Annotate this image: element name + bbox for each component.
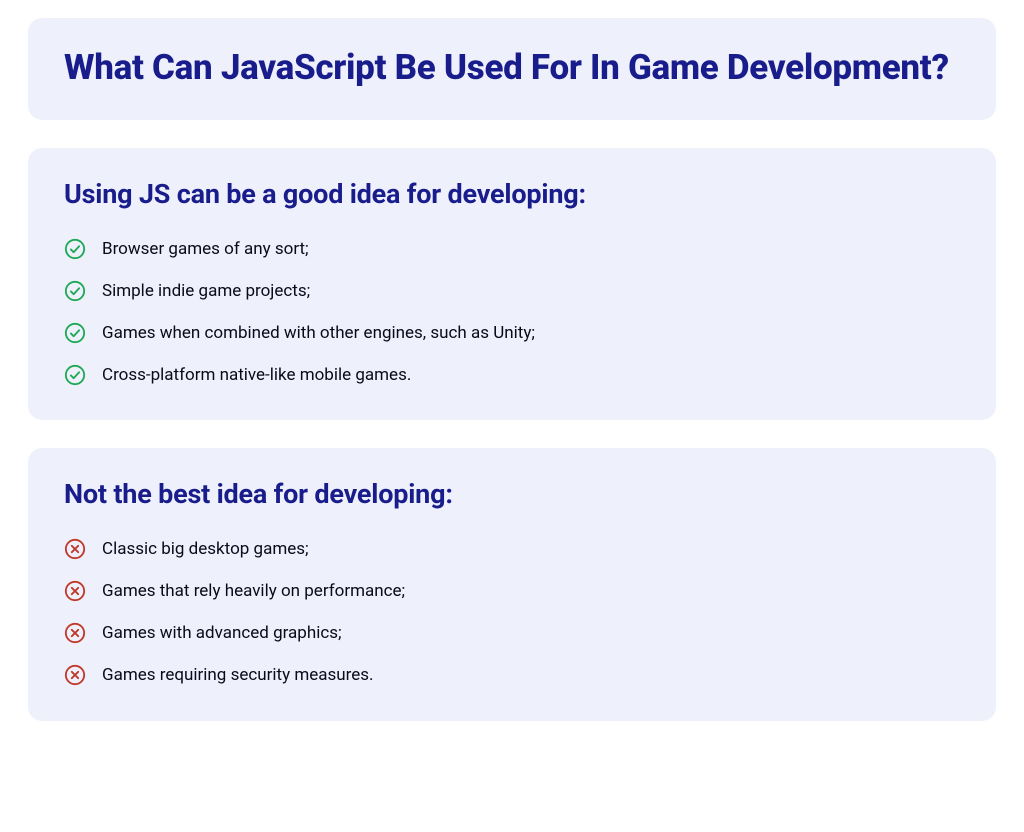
- check-circle-icon: [64, 322, 86, 344]
- check-circle-icon: [64, 280, 86, 302]
- check-circle-icon: [64, 364, 86, 386]
- page-title: What Can JavaScript Be Used For In Game …: [64, 46, 960, 90]
- cross-circle-icon: [64, 538, 86, 560]
- cross-circle-icon: [64, 580, 86, 602]
- bad-idea-heading: Not the best idea for developing:: [64, 478, 960, 510]
- good-idea-heading: Using JS can be a good idea for developi…: [64, 178, 960, 210]
- list-item: Cross-platform native-like mobile games.: [64, 364, 960, 386]
- cross-circle-icon: [64, 664, 86, 686]
- list-item-text: Simple indie game projects;: [102, 280, 310, 302]
- list-item-text: Classic big desktop games;: [102, 538, 309, 560]
- bad-idea-list: Classic big desktop games; Games that re…: [64, 538, 960, 686]
- list-item: Games that rely heavily on performance;: [64, 580, 960, 602]
- title-card: What Can JavaScript Be Used For In Game …: [28, 18, 996, 120]
- list-item-text: Games when combined with other engines, …: [102, 322, 535, 344]
- list-item: Games with advanced graphics;: [64, 622, 960, 644]
- list-item: Classic big desktop games;: [64, 538, 960, 560]
- bad-idea-card: Not the best idea for developing: Classi…: [28, 448, 996, 720]
- list-item-text: Cross-platform native-like mobile games.: [102, 364, 411, 386]
- list-item-text: Browser games of any sort;: [102, 238, 309, 260]
- list-item: Browser games of any sort;: [64, 238, 960, 260]
- list-item: Simple indie game projects;: [64, 280, 960, 302]
- list-item: Games when combined with other engines, …: [64, 322, 960, 344]
- good-idea-card: Using JS can be a good idea for developi…: [28, 148, 996, 420]
- check-circle-icon: [64, 238, 86, 260]
- list-item: Games requiring security measures.: [64, 664, 960, 686]
- list-item-text: Games that rely heavily on performance;: [102, 580, 405, 602]
- good-idea-list: Browser games of any sort; Simple indie …: [64, 238, 960, 386]
- cross-circle-icon: [64, 622, 86, 644]
- list-item-text: Games requiring security measures.: [102, 664, 374, 686]
- list-item-text: Games with advanced graphics;: [102, 622, 342, 644]
